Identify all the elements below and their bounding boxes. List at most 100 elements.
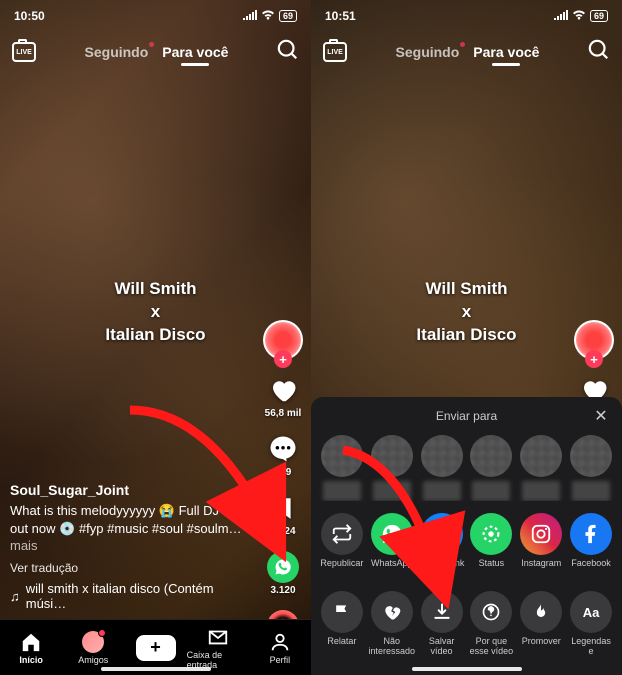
share-whatsapp[interactable]: WhatsApp xyxy=(369,513,415,579)
share-apps-row: Republicar WhatsApp Copiar Link Status I… xyxy=(319,513,614,579)
wifi-icon xyxy=(261,9,275,23)
heart-icon xyxy=(267,374,299,406)
contact-item[interactable] xyxy=(369,435,415,501)
action-why-video[interactable]: Por que esse vídeo xyxy=(468,591,514,657)
save-button[interactable]: 9.524 xyxy=(267,492,299,537)
nav-home[interactable]: Início xyxy=(0,631,62,665)
profile-icon xyxy=(269,631,291,653)
comment-count: 319 xyxy=(275,467,292,478)
music-row[interactable]: ♫ will smith x italian disco (Contém mús… xyxy=(10,581,255,611)
save-count: 9.524 xyxy=(270,526,295,537)
feed-tabs: Seguindo Para você xyxy=(85,44,229,60)
author-name[interactable]: Soul_Sugar_Joint xyxy=(10,482,255,498)
tab-following[interactable]: Seguindo xyxy=(85,44,149,60)
video-text-overlay: Will Smith x Italian Disco xyxy=(416,278,516,347)
status-right: 69 xyxy=(554,9,608,23)
caption-text[interactable]: What is this melodyyyyyy 😭 Full DJ set o… xyxy=(10,502,255,555)
link-icon xyxy=(421,513,463,555)
author-avatar[interactable]: + xyxy=(574,320,614,360)
status-icon xyxy=(470,513,512,555)
whatsapp-share-icon xyxy=(267,551,299,583)
like-button[interactable]: 56,8 mil xyxy=(265,374,302,419)
nav-inbox[interactable]: Caixa de entrada xyxy=(187,626,249,670)
share-copy-link[interactable]: Copiar Link xyxy=(419,513,465,579)
nav-create[interactable]: + xyxy=(124,635,186,661)
share-button[interactable]: 3.120 xyxy=(267,551,299,596)
top-nav: LIVE Seguindo Para você xyxy=(0,28,311,76)
friends-avatar-icon xyxy=(82,631,104,653)
bottom-nav: Início Amigos + Caixa de entrada Perfil xyxy=(0,619,311,675)
facebook-icon xyxy=(570,513,612,555)
action-report[interactable]: Relatar xyxy=(319,591,365,657)
follow-plus-icon[interactable]: + xyxy=(585,350,603,368)
like-count: 56,8 mil xyxy=(265,408,302,419)
action-not-interested[interactable]: Não interessado xyxy=(369,591,415,657)
broken-heart-icon xyxy=(371,591,413,633)
search-icon[interactable] xyxy=(588,39,610,66)
action-promote[interactable]: Promover xyxy=(518,591,564,657)
signal-icon xyxy=(554,9,568,23)
inbox-icon xyxy=(207,626,229,648)
music-note-icon: ♫ xyxy=(10,589,20,604)
whatsapp-icon xyxy=(371,513,413,555)
contact-item[interactable] xyxy=(319,435,365,501)
search-icon[interactable] xyxy=(277,39,299,66)
video-text-overlay: Will Smith x Italian Disco xyxy=(105,278,205,347)
captions-icon: Aa xyxy=(570,591,612,633)
nav-profile[interactable]: Perfil xyxy=(249,631,311,665)
nav-friends[interactable]: Amigos xyxy=(62,631,124,665)
question-icon xyxy=(470,591,512,633)
share-instagram[interactable]: Instagram xyxy=(518,513,564,579)
sheet-title: Enviar para xyxy=(319,409,614,423)
share-count: 3.120 xyxy=(270,585,295,596)
status-bar: 10:51 69 xyxy=(311,0,622,28)
right-action-rail: + xyxy=(574,320,614,406)
instagram-icon xyxy=(520,513,562,555)
action-save-video[interactable]: Salvar vídeo xyxy=(419,591,465,657)
top-nav: LIVE Seguindo Para você xyxy=(311,28,622,76)
feed-tabs: Seguindo Para você xyxy=(396,44,540,60)
bookmark-icon xyxy=(267,492,299,524)
live-icon[interactable]: LIVE xyxy=(12,42,36,62)
home-icon xyxy=(20,631,42,653)
translate-link[interactable]: Ver tradução xyxy=(10,561,255,575)
clock: 10:50 xyxy=(14,9,45,23)
contact-item[interactable] xyxy=(518,435,564,501)
share-status[interactable]: Status xyxy=(468,513,514,579)
close-icon[interactable]: ✕ xyxy=(592,407,610,425)
share-sheet: Enviar para ✕ Republicar WhatsApp Copiar… xyxy=(311,397,622,675)
comment-icon xyxy=(267,433,299,465)
tab-following[interactable]: Seguindo xyxy=(396,44,460,60)
author-avatar[interactable]: + xyxy=(263,320,303,360)
contact-item[interactable] xyxy=(568,435,614,501)
signal-icon xyxy=(243,9,257,23)
create-plus-icon: + xyxy=(136,635,176,661)
right-action-rail: + 56,8 mil 319 9.524 3.120 xyxy=(263,320,303,642)
caption-area: Soul_Sugar_Joint What is this melodyyyyy… xyxy=(10,482,255,611)
download-icon xyxy=(421,591,463,633)
right-screenshot: 10:51 69 LIVE Seguindo Para você Will Sm… xyxy=(311,0,622,675)
notification-dot xyxy=(149,42,154,47)
status-right: 69 xyxy=(243,9,297,23)
battery-icon: 69 xyxy=(590,10,608,22)
comment-button[interactable]: 319 xyxy=(267,433,299,478)
follow-plus-icon[interactable]: + xyxy=(274,350,292,368)
tab-for-you[interactable]: Para você xyxy=(162,44,228,60)
contact-item[interactable] xyxy=(419,435,465,501)
wifi-icon xyxy=(572,9,586,23)
flag-icon xyxy=(321,591,363,633)
clock: 10:51 xyxy=(325,9,356,23)
share-facebook[interactable]: Facebook xyxy=(568,513,614,579)
home-indicator xyxy=(412,667,522,671)
share-actions-row: Relatar Não interessado Salvar vídeo Por… xyxy=(319,591,614,657)
notification-dot xyxy=(460,42,465,47)
flame-icon xyxy=(520,591,562,633)
home-indicator xyxy=(101,667,211,671)
tab-for-you[interactable]: Para você xyxy=(473,44,539,60)
action-captions[interactable]: Aa Legendas e traduções xyxy=(568,591,614,657)
contact-item[interactable] xyxy=(468,435,514,501)
repost-icon xyxy=(321,513,363,555)
share-repost[interactable]: Republicar xyxy=(319,513,365,579)
left-screenshot: 10:50 69 LIVE Seguindo Para você Will Sm… xyxy=(0,0,311,675)
live-icon[interactable]: LIVE xyxy=(323,42,347,62)
